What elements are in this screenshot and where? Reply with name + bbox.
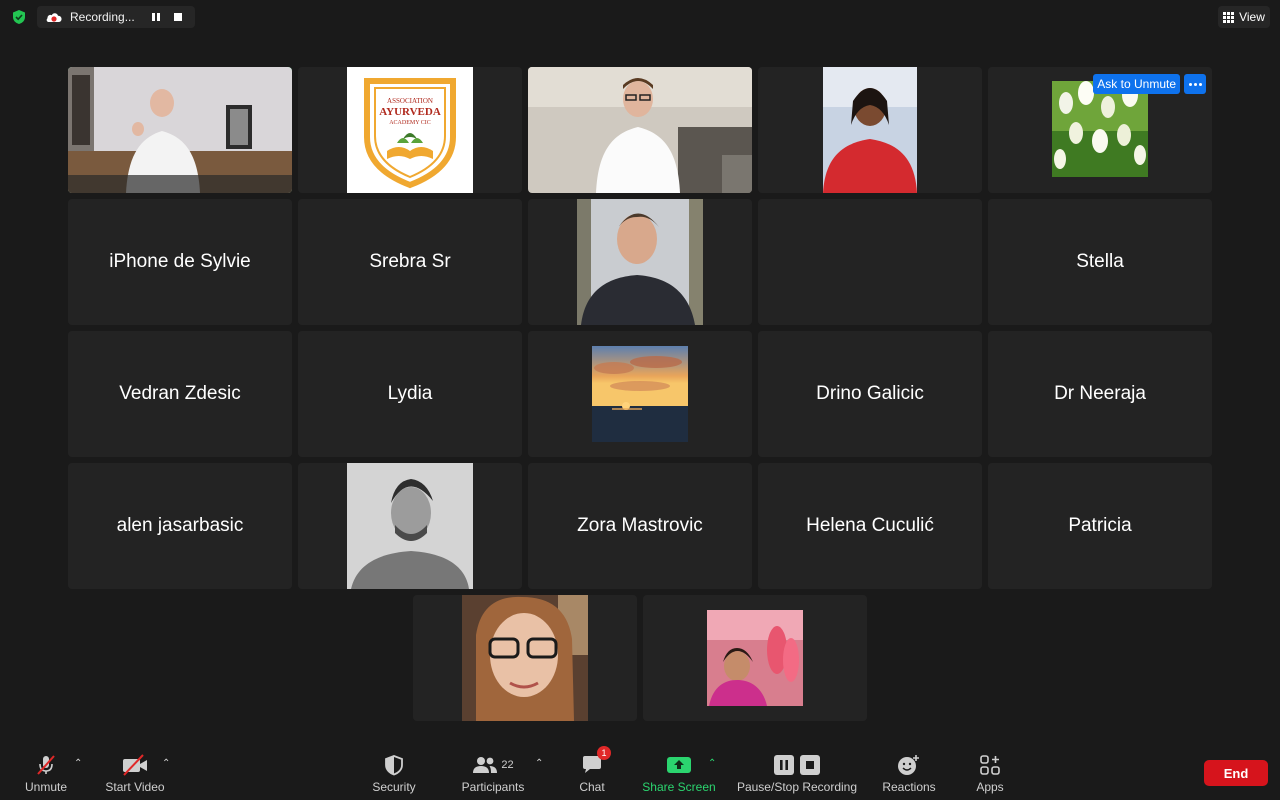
ayurveda-academy-logo: ASSOCIATION AYURVEDA ACADEMY CIC: [347, 67, 473, 193]
video-tile-empty[interactable]: [758, 199, 982, 325]
video-tile[interactable]: Drino Galicic: [758, 331, 982, 457]
video-tile[interactable]: Lydia: [298, 331, 522, 457]
share-screen-label: Share Screen: [642, 780, 716, 794]
reactions-label: Reactions: [882, 780, 936, 794]
participant-name: Dr Neeraja: [1054, 383, 1146, 404]
video-tile[interactable]: Patricia: [988, 463, 1212, 589]
chat-unread-badge: 1: [597, 746, 611, 760]
video-tile-woman-pink[interactable]: [643, 595, 867, 721]
participant-photo-man-black-shirt: [577, 199, 703, 325]
recording-indicator: Recording...: [37, 6, 195, 28]
logo-text-ayurveda: AYURVEDA: [379, 106, 441, 118]
participants-icon: [473, 757, 498, 773]
unmute-label: Unmute: [24, 780, 68, 794]
security-button[interactable]: Security: [368, 746, 420, 800]
pause-stop-recording-button[interactable]: Pause/Stop Recording: [734, 746, 860, 800]
video-camera-off-icon: [123, 754, 147, 776]
video-tile[interactable]: alen jasarbasic: [68, 463, 292, 589]
video-tile[interactable]: iPhone de Sylvie: [68, 199, 292, 325]
share-screen-button[interactable]: Share Screen: [640, 746, 718, 800]
participants-options-chevron-up-icon[interactable]: ⌃: [535, 758, 543, 769]
video-tile-man-portrait[interactable]: [528, 199, 752, 325]
participant-photo-sunset: [592, 346, 688, 442]
participant-name: iPhone de Sylvie: [109, 251, 251, 272]
participant-name: alen jasarbasic: [116, 515, 244, 536]
meeting-toolbar: Unmute ⌃ Start Video ⌃ Security 22 Parti…: [0, 746, 1280, 800]
start-video-label: Start Video: [105, 780, 165, 794]
video-tile[interactable]: Zora Mastrovic: [528, 463, 752, 589]
participant-name: Stella: [1076, 251, 1124, 272]
chat-button[interactable]: 1 Chat: [574, 746, 611, 800]
video-tile-tulips[interactable]: Ask to Unmute: [988, 67, 1212, 193]
start-video-button[interactable]: Start Video: [102, 746, 168, 800]
participants-button[interactable]: 22 Participants: [456, 746, 530, 800]
pause-stop-recording-label: Pause/Stop Recording: [736, 780, 858, 794]
participants-count: 22: [501, 759, 514, 771]
video-tile-man-glasses[interactable]: [528, 67, 752, 193]
stop-recording-button[interactable]: [174, 13, 182, 21]
audio-options-chevron-up-icon[interactable]: ⌃: [74, 758, 82, 769]
video-tile-sunset[interactable]: [528, 331, 752, 457]
microphone-muted-icon: [37, 755, 55, 775]
video-tile-woman-red[interactable]: [758, 67, 982, 193]
apps-button[interactable]: Apps: [970, 746, 1010, 800]
participant-video-man-glasses: [528, 67, 752, 193]
security-label: Security: [372, 780, 416, 794]
participant-name: Patricia: [1068, 515, 1132, 536]
logo-text-association: ASSOCIATION: [387, 97, 433, 105]
participant-name: Lydia: [387, 383, 433, 404]
pause-recording-button[interactable]: [150, 11, 162, 23]
shield-icon: [385, 755, 403, 776]
participant-photo-man-bw: [347, 463, 473, 589]
grid-view-icon: [1223, 11, 1235, 23]
apps-icon: [980, 755, 1000, 775]
end-meeting-button[interactable]: End: [1204, 760, 1268, 786]
participant-photo-woman-glasses: [462, 595, 588, 721]
apps-label: Apps: [976, 780, 1004, 794]
video-tile-woman-glasses[interactable]: [413, 595, 637, 721]
top-bar: Recording... View: [0, 0, 1280, 34]
participant-name: Srebra Sr: [369, 251, 451, 272]
share-screen-icon: [667, 757, 691, 773]
video-tile[interactable]: Vedran Zdesic: [68, 331, 292, 457]
video-tile[interactable]: Stella: [988, 199, 1212, 325]
more-options-button[interactable]: [1184, 74, 1206, 94]
video-tile[interactable]: Helena Cuculić: [758, 463, 982, 589]
video-tile-ayurveda-academy[interactable]: ASSOCIATION AYURVEDA ACADEMY CIC: [298, 67, 522, 193]
participants-label: Participants: [461, 780, 525, 794]
share-options-chevron-up-icon[interactable]: ⌃: [708, 758, 716, 769]
view-button[interactable]: View: [1218, 6, 1270, 28]
cloud-recording-icon: [46, 13, 62, 22]
ask-to-unmute-button[interactable]: Ask to Unmute: [1093, 74, 1180, 94]
video-tile-bw-portrait[interactable]: [298, 463, 522, 589]
view-label: View: [1239, 10, 1265, 24]
participant-photo-woman-pink: [707, 610, 803, 706]
participant-name: Drino Galicic: [816, 383, 924, 404]
video-tile[interactable]: Srebra Sr: [298, 199, 522, 325]
reactions-smiley-icon: [898, 755, 919, 775]
chat-label: Chat: [579, 780, 605, 794]
participant-photo-woman-red: [823, 67, 917, 193]
logo-shield-icon: ASSOCIATION AYURVEDA ACADEMY CIC: [364, 78, 456, 189]
participant-name: Helena Cuculić: [806, 515, 934, 536]
video-options-chevron-up-icon[interactable]: ⌃: [162, 758, 170, 769]
participant-photo-tulips: [1052, 81, 1148, 177]
participant-video-man-white-shirt: [68, 67, 292, 193]
stop-icon: [800, 755, 820, 775]
pause-icon: [774, 755, 794, 775]
logo-text-academy: ACADEMY CIC: [389, 120, 431, 126]
recording-status-text: Recording...: [70, 10, 135, 24]
security-shield-icon[interactable]: [11, 9, 27, 25]
reactions-button[interactable]: Reactions: [878, 746, 940, 800]
participant-name: Vedran Zdesic: [119, 383, 241, 404]
participant-name: Zora Mastrovic: [577, 515, 703, 536]
video-tile-active-speaker[interactable]: [68, 67, 292, 193]
video-tile[interactable]: Dr Neeraja: [988, 331, 1212, 457]
unmute-button[interactable]: Unmute: [22, 746, 70, 800]
